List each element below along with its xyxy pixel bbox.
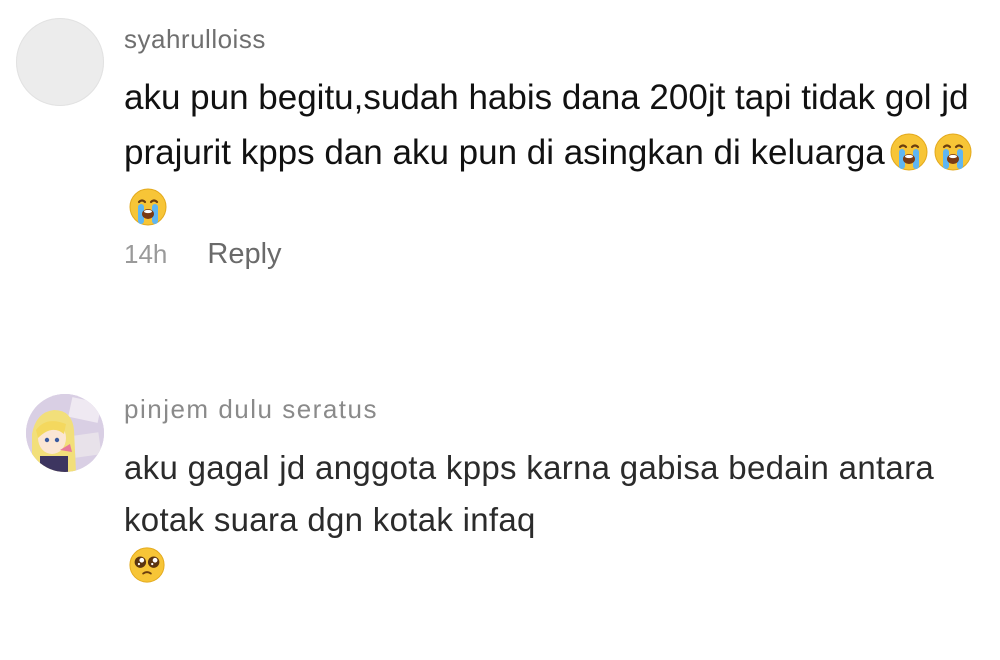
avatar[interactable] <box>16 18 104 106</box>
comment-text: aku gagal jd anggota kpps karna gabisa b… <box>124 449 935 538</box>
anime-avatar-icon <box>26 394 104 472</box>
comment-meta: 14h Reply <box>124 238 282 271</box>
loudly-crying-face-icon <box>889 132 929 172</box>
emoji-line <box>128 546 166 584</box>
comment-item: pinjem dulu seratus aku gagal jd anggota… <box>0 380 1000 660</box>
pleading-face-icon <box>128 546 166 584</box>
avatar[interactable] <box>26 394 104 472</box>
loudly-crying-face-icon <box>128 187 168 227</box>
comment-item: syahrulloiss aku pun begitu,sudah habis … <box>0 0 1000 320</box>
comment-username[interactable]: syahrulloiss <box>124 24 266 55</box>
comment-text: aku pun begitu,sudah habis dana 200jt ta… <box>124 70 994 235</box>
loudly-crying-face-icon <box>933 132 973 172</box>
comment-username[interactable]: pinjem dulu seratus <box>124 394 378 425</box>
timestamp: 14h <box>124 239 168 269</box>
reply-button[interactable]: Reply <box>207 238 281 271</box>
comment-text-content: aku pun begitu,sudah habis dana 200jt ta… <box>124 78 969 172</box>
